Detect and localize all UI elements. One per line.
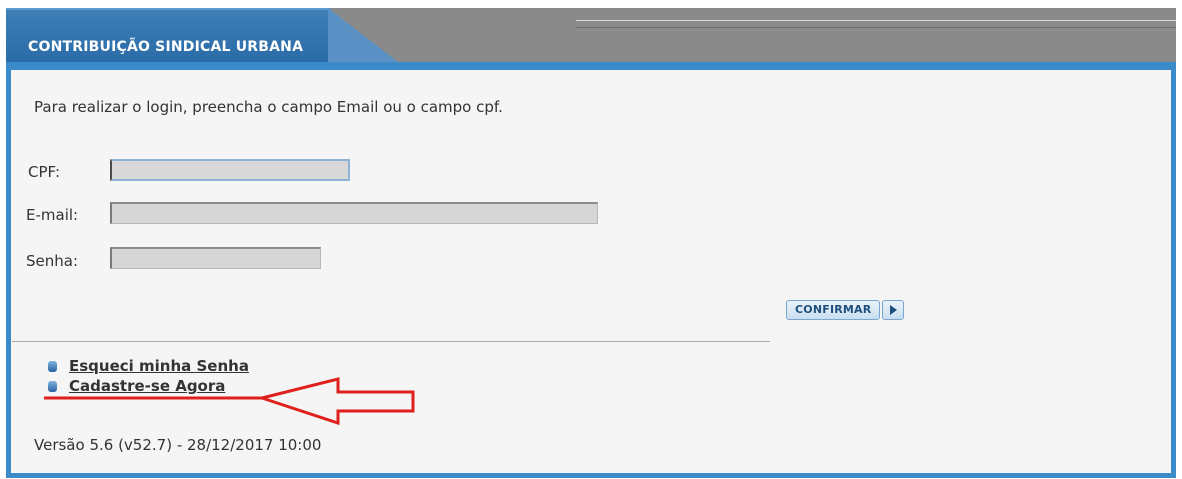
annotation-arrow [44,377,415,426]
version-info: Versão 5.6 (v52.7) - 28/12/2017 10:00 [34,436,322,454]
annotation-arrow-shape [256,377,415,426]
